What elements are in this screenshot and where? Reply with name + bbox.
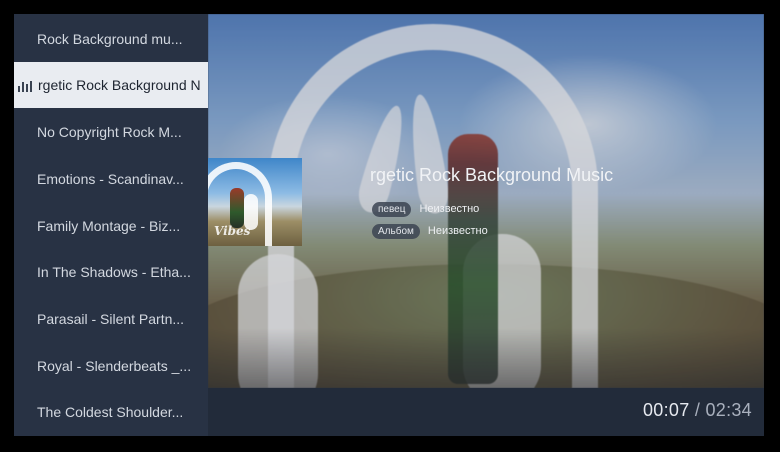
playlist-item[interactable]: No Copyright Rock M...: [14, 109, 208, 155]
playback-time: 00:07 / 02:34: [643, 400, 752, 421]
playlist-item[interactable]: Emotions - Scandinav...: [14, 156, 208, 202]
playlist-item-label: Rock Background mu...: [37, 31, 183, 47]
thumbnail-text: Vibes: [214, 224, 251, 238]
playlist-item[interactable]: Rock Background mu...: [14, 16, 208, 62]
now-playing-title: rgetic Rock Background Music: [370, 165, 614, 185]
playlist-item-label: Family Montage - Biz...: [37, 218, 181, 234]
artist-tag: певец: [372, 201, 412, 217]
playlist-item-label: Royal - Slenderbeats _...: [37, 358, 192, 374]
playlist-item-active[interactable]: rgetic Rock Background N: [14, 62, 208, 108]
album-value: Неизвестно: [427, 225, 488, 237]
artist-value: Неизвестно: [419, 203, 480, 215]
playlist-item-label: The Coldest Shoulder...: [37, 404, 184, 420]
album-tag: Альбом: [372, 223, 420, 239]
playlist-item-label: rgetic Rock Background N: [38, 77, 201, 93]
playlist-item[interactable]: Royal - Slenderbeats _...: [14, 343, 208, 389]
total-time: 02:34: [705, 400, 752, 420]
playlist-item[interactable]: Family Montage - Biz...: [14, 203, 208, 249]
playlist-item[interactable]: Parasail - Silent Partn...: [14, 296, 208, 342]
player-screen: 00:07 / 02:34 Rock Background mu... rget…: [14, 14, 764, 436]
time-separator: /: [694, 400, 701, 420]
playlist-sidebar: Rock Background mu... rgetic Rock Backgr…: [14, 14, 208, 436]
playlist-item-label: In The Shadows - Etha...: [37, 264, 191, 280]
playlist-item-label: No Copyright Rock M...: [37, 124, 182, 140]
playlist-item-label: Emotions - Scandinav...: [37, 171, 184, 187]
equalizer-bars-icon: [18, 80, 32, 92]
playlist-item[interactable]: The Coldest Shoulder...: [14, 389, 208, 435]
current-time: 00:07: [642, 400, 690, 420]
album-art-thumbnail: Vibes: [208, 158, 302, 246]
artist-row: певец Неизвестно: [372, 201, 479, 217]
playback-bar: 00:07 / 02:34: [208, 388, 764, 436]
playlist-item[interactable]: In The Shadows - Etha...: [14, 249, 208, 295]
playlist-item-label: Parasail - Silent Partn...: [37, 311, 185, 327]
album-row: Альбом Неизвестно: [372, 223, 488, 239]
tv-frame: 00:07 / 02:34 Rock Background mu... rget…: [0, 0, 780, 452]
